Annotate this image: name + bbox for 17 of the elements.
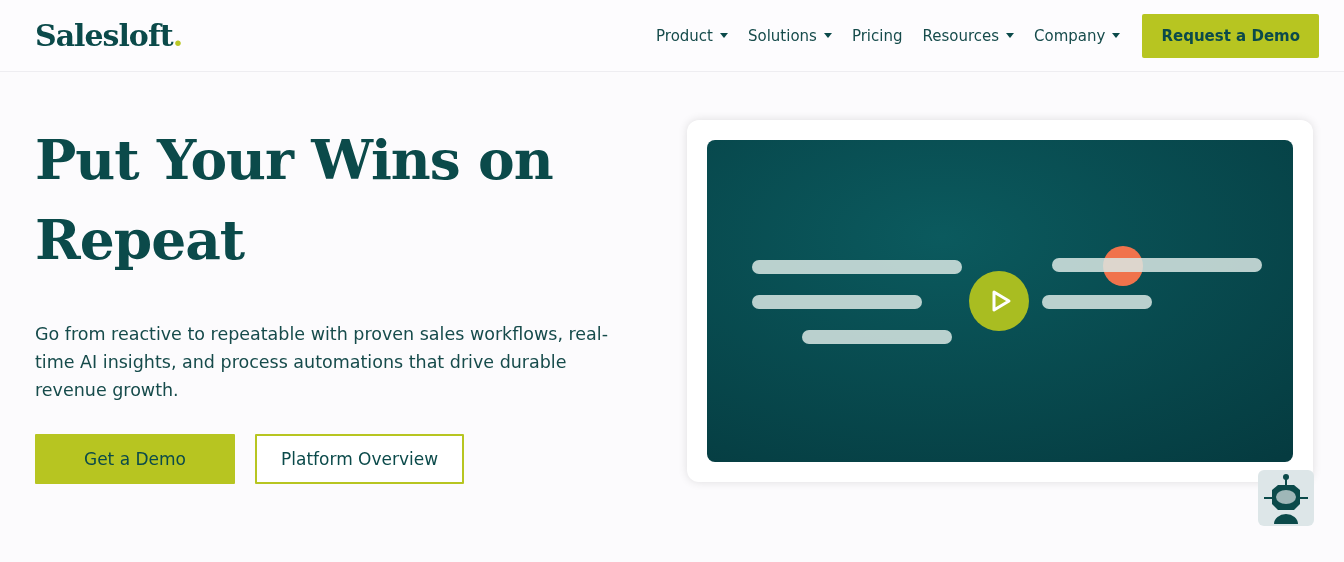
headline: Put Your Wins on Repeat xyxy=(35,126,554,274)
caret-icon xyxy=(1112,33,1121,38)
logo[interactable]: Salesloft. xyxy=(35,18,183,53)
robot-icon[interactable] xyxy=(1258,470,1314,526)
nav-link[interactable]: Pricing xyxy=(851,26,903,45)
request-demo-button[interactable]: Request a Demo xyxy=(1142,13,1319,58)
nav-link[interactable]: Solutions xyxy=(748,26,832,45)
caret-icon xyxy=(1006,33,1015,38)
hero-button[interactable]: Get a Demo xyxy=(35,434,235,484)
hero-description: Go from reactive to repeatable with proven sales workflows, real-time AI insights, and process automations that drive durable revenue growth. xyxy=(35,323,609,402)
nav-link[interactable]: Company xyxy=(1034,26,1121,45)
caret-icon xyxy=(823,33,832,38)
caret-icon xyxy=(720,33,728,38)
hero-button[interactable]: Platform Overview xyxy=(255,434,465,484)
nav-link[interactable]: Resources xyxy=(922,26,1015,45)
nav-link[interactable]: Product xyxy=(656,26,728,45)
play-icon xyxy=(990,289,1012,313)
